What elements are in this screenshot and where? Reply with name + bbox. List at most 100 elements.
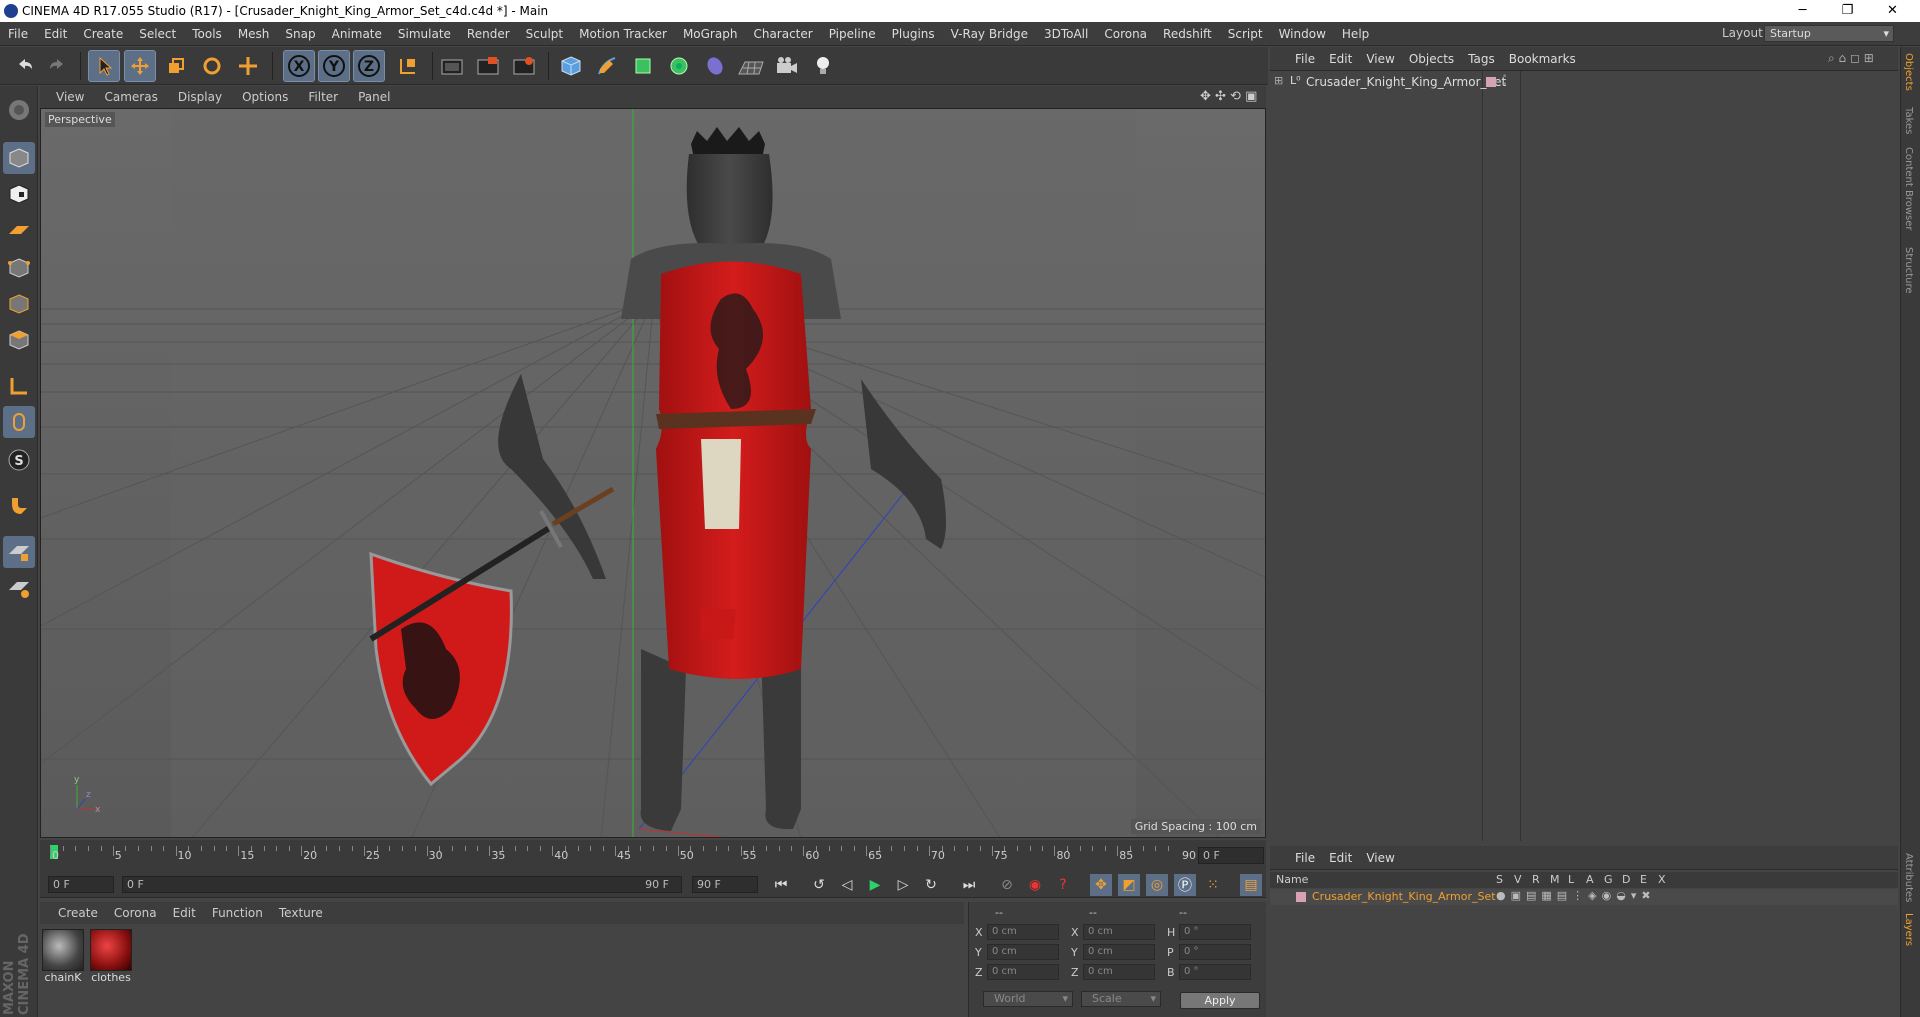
move-icon[interactable] [124, 50, 156, 82]
menu-window[interactable]: Window [1271, 27, 1334, 41]
visibility-dots-icon[interactable]: • • [1502, 73, 1507, 90]
menu-redshift[interactable]: Redshift [1155, 27, 1220, 41]
layer-color-swatch[interactable] [1296, 892, 1306, 902]
material-menu-create[interactable]: Create [40, 906, 106, 920]
viewport-menu-display[interactable]: Display [168, 90, 232, 104]
go-to-end-icon[interactable]: ⏭ [958, 874, 980, 896]
menu-edit[interactable]: Edit [36, 27, 75, 41]
subdivision-icon[interactable] [627, 50, 659, 82]
tab-takes[interactable]: Takes [1903, 107, 1914, 134]
tab-objects[interactable]: Objects [1903, 53, 1914, 91]
planar-workplane-icon[interactable] [3, 572, 35, 604]
layer-col-solo[interactable]: S [1496, 873, 1503, 886]
size-y-field[interactable]: 0 cm [1083, 944, 1155, 960]
tab-layers[interactable]: Layers [1903, 913, 1914, 946]
select-icon[interactable] [88, 50, 120, 82]
material-menu-corona[interactable]: Corona [106, 906, 165, 920]
timeline-window-icon[interactable]: ▤ [1240, 874, 1262, 896]
close-button[interactable]: ✕ [1870, 0, 1915, 22]
menu-character[interactable]: Character [745, 27, 820, 41]
menu-help[interactable]: Help [1334, 27, 1377, 41]
texture-mode-icon[interactable] [3, 178, 35, 210]
material-menu-function[interactable]: Function [204, 906, 271, 920]
viewport-nav-icons[interactable]: ✥ ✣ ⟲ ▣ [1200, 89, 1257, 104]
perspective-viewport[interactable]: y x z Perspective Grid Spacing : 100 cm [40, 108, 1266, 838]
menu-simulate[interactable]: Simulate [390, 27, 459, 41]
object-manager-nav-icons[interactable]: ⌕ ⌂ ◻ ⊞ [1828, 51, 1874, 66]
tab-content-browser[interactable]: Content Browser [1903, 147, 1914, 230]
viewport-menu-options[interactable]: Options [232, 90, 298, 104]
layer-toggle-icons[interactable]: ●▣▤▦▤⋮◈◉◒▾✖ [1496, 889, 1656, 902]
z-axis-icon[interactable]: Z [353, 50, 385, 82]
layer-col-expressions[interactable]: E [1640, 873, 1647, 886]
x-axis-icon[interactable]: X [283, 50, 315, 82]
menu-vray-bridge[interactable]: V-Ray Bridge [943, 27, 1036, 41]
menu-mograph[interactable]: MoGraph [675, 27, 746, 41]
layer-col-manager[interactable]: M [1550, 873, 1560, 886]
locked-workplane-icon[interactable] [3, 536, 35, 568]
viewport-menu-filter[interactable]: Filter [298, 90, 348, 104]
cloner-icon[interactable] [663, 50, 695, 82]
layer-color-swatch[interactable] [1486, 77, 1496, 87]
menu-render[interactable]: Render [459, 27, 518, 41]
menu-snap[interactable]: Snap [277, 27, 323, 41]
floor-icon[interactable] [735, 50, 767, 82]
menu-3dtoall[interactable]: 3DToAll [1036, 27, 1096, 41]
edges-mode-icon[interactable] [3, 288, 35, 320]
autokey-icon[interactable]: ? [1052, 874, 1074, 896]
menu-pipeline[interactable]: Pipeline [821, 27, 884, 41]
make-editable-icon[interactable] [3, 94, 35, 126]
layer-col-deformers[interactable]: D [1622, 873, 1630, 886]
rotate-icon[interactable] [196, 50, 228, 82]
viewport-menu-view[interactable]: View [40, 90, 94, 104]
menu-script[interactable]: Script [1220, 27, 1271, 41]
menu-animate[interactable]: Animate [324, 27, 390, 41]
tab-structure[interactable]: Structure [1903, 247, 1914, 294]
edit-render-settings-icon[interactable] [508, 50, 540, 82]
layer-col-generators[interactable]: G [1604, 873, 1613, 886]
rot-b-field[interactable]: 0 ° [1179, 964, 1251, 980]
material-menu-texture[interactable]: Texture [271, 906, 331, 920]
coordinate-system-icon[interactable] [392, 50, 424, 82]
scale-icon[interactable] [160, 50, 192, 82]
objects-menu-objects[interactable]: Objects [1402, 52, 1461, 66]
rot-h-field[interactable]: 0 ° [1179, 924, 1251, 940]
material-menu-edit[interactable]: Edit [165, 906, 204, 920]
layer-col-animation[interactable]: A [1586, 873, 1594, 886]
layers-menu-file[interactable]: File [1288, 851, 1322, 865]
axis-mode-icon[interactable] [3, 370, 35, 402]
rot-p-field[interactable]: 0 ° [1179, 944, 1251, 960]
menu-corona[interactable]: Corona [1096, 27, 1155, 41]
light-icon[interactable] [807, 50, 839, 82]
snap-icon[interactable] [3, 490, 35, 522]
pos-z-field[interactable]: 0 cm [987, 964, 1059, 980]
model-mode-icon[interactable] [3, 142, 35, 174]
minimize-button[interactable]: ─ [1780, 0, 1825, 22]
polygons-mode-icon[interactable] [3, 324, 35, 356]
objects-menu-tags[interactable]: Tags [1461, 52, 1502, 66]
deformer-icon[interactable] [699, 50, 731, 82]
end-frame-field[interactable]: 90 F [692, 876, 758, 893]
key-position-icon[interactable]: ✥ [1090, 874, 1112, 896]
render-view-icon[interactable] [436, 50, 468, 82]
menu-file[interactable]: File [0, 27, 36, 41]
menu-sculpt[interactable]: Sculpt [518, 27, 571, 41]
previous-frame-icon[interactable]: ◁ [836, 874, 858, 896]
solo-icon[interactable]: S [3, 444, 35, 476]
pen-icon[interactable] [591, 50, 623, 82]
start-frame-field[interactable]: 0 F [48, 876, 114, 893]
key-parameter-icon[interactable]: Ⓟ [1174, 874, 1196, 896]
layer-col-xref[interactable]: X [1658, 873, 1666, 886]
transform-icon[interactable] [232, 50, 264, 82]
next-key-icon[interactable]: ↻ [920, 874, 942, 896]
layers-menu-view[interactable]: View [1359, 851, 1401, 865]
record-active-icon[interactable]: ◉ [1024, 874, 1046, 896]
tweak-mode-icon[interactable] [3, 406, 35, 438]
record-off-icon[interactable]: ⊘ [996, 874, 1018, 896]
cube-icon[interactable] [555, 50, 587, 82]
camera-icon[interactable] [771, 50, 803, 82]
coord-space-select[interactable]: World ▾ [983, 991, 1073, 1007]
layer-row[interactable]: Crusader_Knight_King_Armor_Set ●▣▤▦▤⋮◈◉◒… [1270, 889, 1898, 905]
expand-icon[interactable]: ⊞ [1274, 74, 1283, 87]
pos-y-field[interactable]: 0 cm [987, 944, 1059, 960]
